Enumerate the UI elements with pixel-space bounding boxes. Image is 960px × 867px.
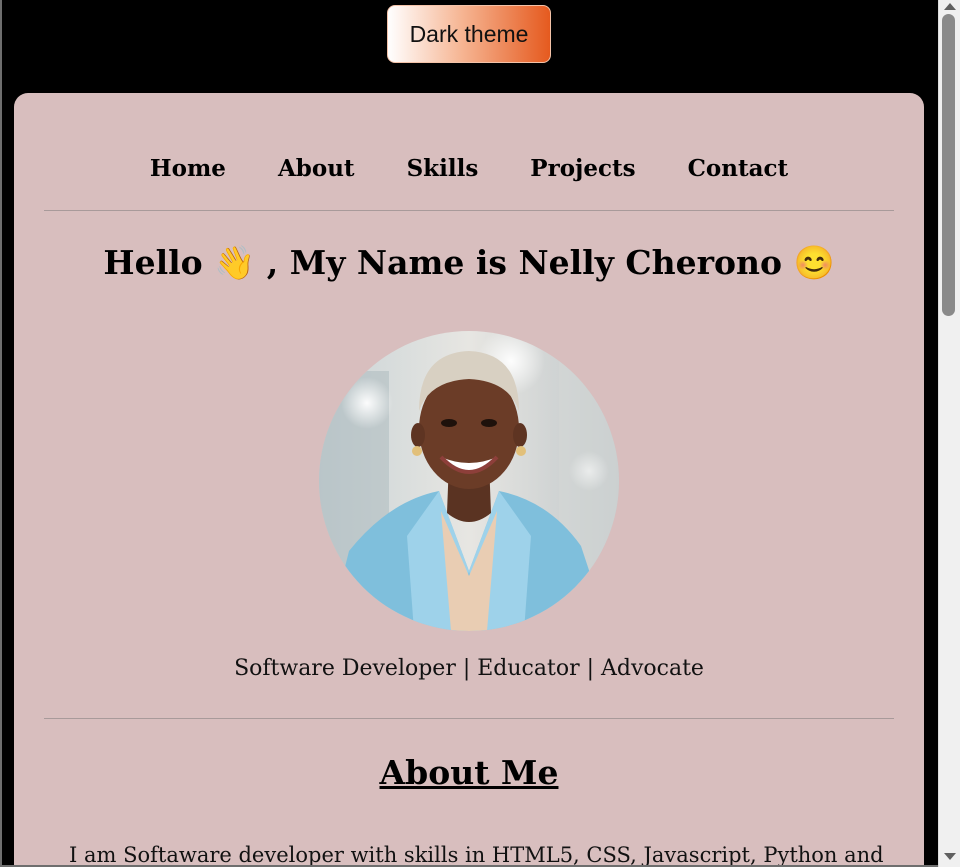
section-divider xyxy=(44,718,894,719)
profile-photo xyxy=(319,331,619,631)
about-heading: About Me xyxy=(379,753,559,792)
about-paragraph: I am Softaware developer with skills in … xyxy=(69,843,884,867)
greeting-text-name: , My Name is Nelly Cherono xyxy=(255,243,794,282)
scroll-up-arrow-icon[interactable] xyxy=(943,0,957,12)
main-nav: Home About Skills Projects Contact xyxy=(14,155,924,191)
window-border-left xyxy=(0,0,2,867)
profile-tagline: Software Developer | Educator | Advocate xyxy=(234,656,704,681)
nav-item-skills[interactable]: Skills xyxy=(407,155,479,191)
portfolio-card: Home About Skills Projects Contact Hello… xyxy=(14,93,924,867)
profile-photo-illustration xyxy=(319,331,619,631)
nav-item-contact[interactable]: Contact xyxy=(688,155,789,191)
greeting-text-start: Hello xyxy=(103,243,215,282)
greeting-heading: Hello 👋 , My Name is Nelly Cherono 😊 xyxy=(14,243,924,283)
dark-theme-button[interactable]: Dark theme xyxy=(387,5,551,63)
page: Dark theme Home About Skills Projects Co… xyxy=(0,0,960,867)
smiling-face-emoji: 😊 xyxy=(793,243,835,282)
nav-item-about[interactable]: About xyxy=(278,155,355,191)
scroll-down-arrow-icon[interactable] xyxy=(943,851,957,863)
nav-item-home[interactable]: Home xyxy=(150,155,226,191)
waving-hand-emoji: 👋 xyxy=(214,243,256,282)
vertical-scrollbar[interactable] xyxy=(938,0,960,867)
scrollbar-thumb[interactable] xyxy=(942,14,955,316)
nav-divider xyxy=(44,210,894,211)
nav-item-projects[interactable]: Projects xyxy=(530,155,635,191)
